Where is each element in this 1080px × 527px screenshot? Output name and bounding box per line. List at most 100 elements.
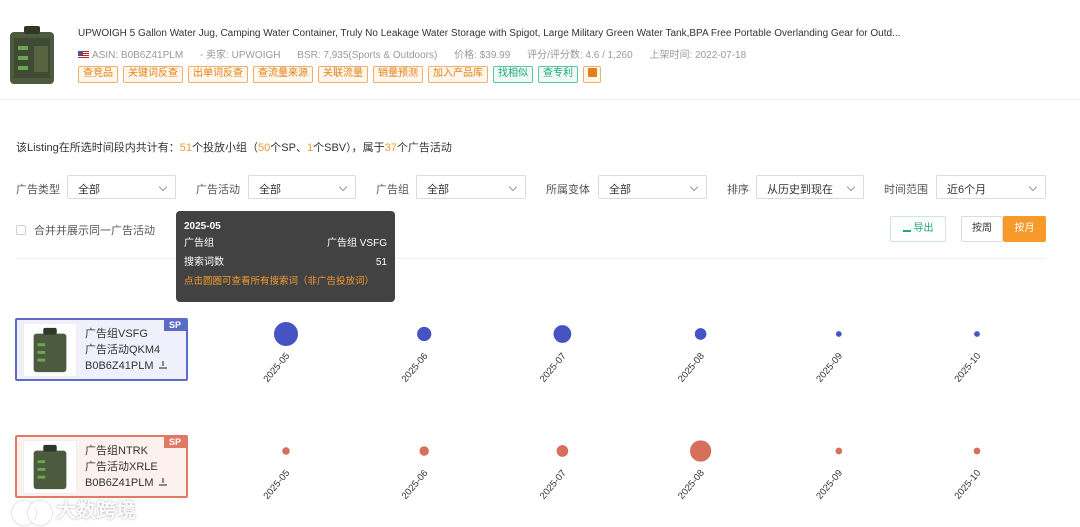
export-button[interactable]: 导出 xyxy=(890,216,946,242)
bsr-text: BSR: 7,935(Sports & Outdoors) xyxy=(297,50,438,61)
variant-select[interactable]: 全部 xyxy=(598,175,707,199)
time-range-select[interactable]: 近6个月 xyxy=(936,175,1046,199)
group-thumbnail xyxy=(23,440,77,494)
period-week-button[interactable]: 按周 xyxy=(961,216,1003,242)
checkbox-icon[interactable] xyxy=(16,225,26,235)
group-asin: B0B6Z41PLM xyxy=(85,358,168,374)
tooltip-label: 广告组 xyxy=(184,238,214,249)
chevron-down-icon xyxy=(1028,182,1038,192)
tag-traffic-source[interactable]: 查流量来源 xyxy=(253,66,313,83)
rating-text: 评分/评分数: 4.6 / 1,260 xyxy=(527,50,633,61)
ad-group-card-ntrk[interactable]: 广告组NTRK 广告活动XRLE B0B6Z41PLM SP xyxy=(15,435,188,498)
bubble-2025-06[interactable] xyxy=(419,446,429,456)
us-flag-icon xyxy=(78,51,89,59)
sort-label: 排序 xyxy=(727,184,749,196)
chevron-down-icon xyxy=(846,182,856,192)
tooltip-value: 广告组 VSFG xyxy=(326,238,387,249)
group-name: 广告组NTRK xyxy=(85,445,148,457)
tooltip-title: 2025-05 xyxy=(184,221,221,232)
x-tick-label: 2025-09 xyxy=(814,351,845,385)
x-tick-label: 2025-06 xyxy=(400,351,431,385)
ad-group-label: 广告组 xyxy=(376,184,409,196)
product-meta: ASIN: B0B6Z41PLM - 卖家: UPWOIGH BSR: 7,93… xyxy=(78,46,760,61)
variant-label: 所属变体 xyxy=(546,184,590,196)
logo-icon xyxy=(12,499,52,525)
group-asin: B0B6Z41PLM xyxy=(85,475,168,491)
download-icon[interactable] xyxy=(159,361,168,369)
x-tick-label: 2025-08 xyxy=(676,468,707,502)
x-tick-label: 2025-09 xyxy=(814,468,845,502)
seller-text: - 卖家: UPWOIGH xyxy=(199,50,281,61)
bubble-2025-05[interactable] xyxy=(274,322,298,346)
ad-group-select[interactable]: 全部 xyxy=(416,175,526,199)
tag-keyword-reverse[interactable]: 关键词反查 xyxy=(123,66,183,83)
bubble-2025-07[interactable] xyxy=(553,325,572,343)
x-tick-label: 2025-10 xyxy=(952,351,983,385)
listed-date-text: 上架时间: 2022-07-18 xyxy=(649,50,747,61)
bubble-2025-08[interactable] xyxy=(694,328,707,340)
listing-summary: 该Listing在所选时间段内共计有：51个投放小组（50个SP、1个SBV），… xyxy=(16,142,452,154)
tag-competitors[interactable]: 查竞品 xyxy=(78,66,118,83)
ad-type-label: 广告类型 xyxy=(16,184,60,196)
x-tick-label: 2025-07 xyxy=(538,468,569,502)
tooltip-hint[interactable]: 点击圆圈可查看所有搜索词（非广告投放词） xyxy=(184,276,387,295)
tag-calendar-icon[interactable] xyxy=(583,66,601,83)
tag-add-to-library[interactable]: 加入产品库 xyxy=(428,66,488,83)
product-thumbnail[interactable] xyxy=(6,24,58,88)
tag-sales-forecast[interactable]: 销量预测 xyxy=(373,66,423,83)
product-title[interactable]: UPWOIGH 5 Gallon Water Jug, Camping Wate… xyxy=(78,28,988,39)
bubble-2025-10[interactable] xyxy=(974,331,980,337)
group-campaign: 广告活动XRLE xyxy=(85,461,158,473)
bubble-chart-ntrk: 2025-05 2025-06 2025-07 2025-08 2025-09 2025-… xyxy=(261,440,983,502)
bubble-2025-09[interactable] xyxy=(835,447,843,455)
merge-campaign-checkbox[interactable]: 合并并展示同一广告活动 xyxy=(16,222,155,238)
chevron-down-icon xyxy=(158,182,168,192)
watermark-logo: 大数跨境 xyxy=(12,494,136,525)
chevron-down-icon xyxy=(689,182,699,192)
sp-count: 50 xyxy=(258,142,271,154)
tag-find-similar[interactable]: 找相似 xyxy=(493,66,533,83)
tooltip-value: 51 xyxy=(375,257,387,268)
download-icon[interactable] xyxy=(159,478,168,486)
x-tick-label: 2025-06 xyxy=(400,468,431,502)
x-tick-label: 2025-10 xyxy=(952,468,983,502)
x-tick-label: 2025-07 xyxy=(538,351,569,385)
tag-related-traffic[interactable]: 关联流量 xyxy=(318,66,368,83)
group-name: 广告组VSFG xyxy=(85,328,148,340)
chevron-down-icon xyxy=(338,182,348,192)
bubble-2025-07[interactable] xyxy=(556,445,569,457)
campaign-select[interactable]: 全部 xyxy=(248,175,356,199)
ad-type-select[interactable]: 全部 xyxy=(67,175,176,199)
group-thumbnail xyxy=(23,323,77,377)
tooltip-label: 搜索词数 xyxy=(184,257,224,268)
x-tick-label: 2025-08 xyxy=(676,351,707,385)
tag-order-keyword-reverse[interactable]: 出单词反查 xyxy=(188,66,248,83)
x-tick-label: 2025-05 xyxy=(261,351,292,385)
tag-check-patent[interactable]: 查专利 xyxy=(538,66,578,83)
bubble-2025-06[interactable] xyxy=(417,326,432,342)
campaign-label: 广告活动 xyxy=(196,184,240,196)
asin-text: ASIN: B0B6Z41PLM xyxy=(78,50,183,61)
section-divider xyxy=(16,258,1046,259)
chart-tooltip: 2025-05 广告组 广告组 VSFG 搜索词数 51 点击圆圈可查看所有搜索词（… xyxy=(176,211,395,302)
group-campaign: 广告活动QKM4 xyxy=(85,344,161,356)
bubble-2025-08[interactable] xyxy=(689,440,712,462)
product-card: UPWOIGH 5 Gallon Water Jug, Camping Wate… xyxy=(0,0,1080,100)
bubble-2025-09[interactable] xyxy=(835,331,842,337)
group-count: 51 xyxy=(179,142,193,154)
sp-badge: SP xyxy=(163,437,186,448)
campaign-count: 37 xyxy=(384,142,397,154)
bubble-2025-10[interactable] xyxy=(973,447,981,455)
merge-campaign-label: 合并并展示同一广告活动 xyxy=(34,225,155,237)
bubble-2025-05[interactable] xyxy=(282,447,290,455)
download-icon xyxy=(902,224,911,232)
period-month-button[interactable]: 按月 xyxy=(1003,216,1046,242)
sort-select[interactable]: 从历史到现在 xyxy=(756,175,864,199)
bubble-chart-vsfg: 2025-05 2025-06 2025-07 2025-08 2025-09 2025-… xyxy=(261,322,983,385)
ad-group-card-vsfg[interactable]: 广告组VSFG 广告活动QKM4 B0B6Z41PLM SP xyxy=(15,318,188,381)
x-tick-label: 2025-05 xyxy=(261,468,292,502)
price-text: 价格: $39.99 xyxy=(454,50,511,61)
time-range-label: 时间范围 xyxy=(884,184,928,196)
sp-badge: SP xyxy=(163,320,186,331)
chevron-down-icon xyxy=(508,182,518,192)
